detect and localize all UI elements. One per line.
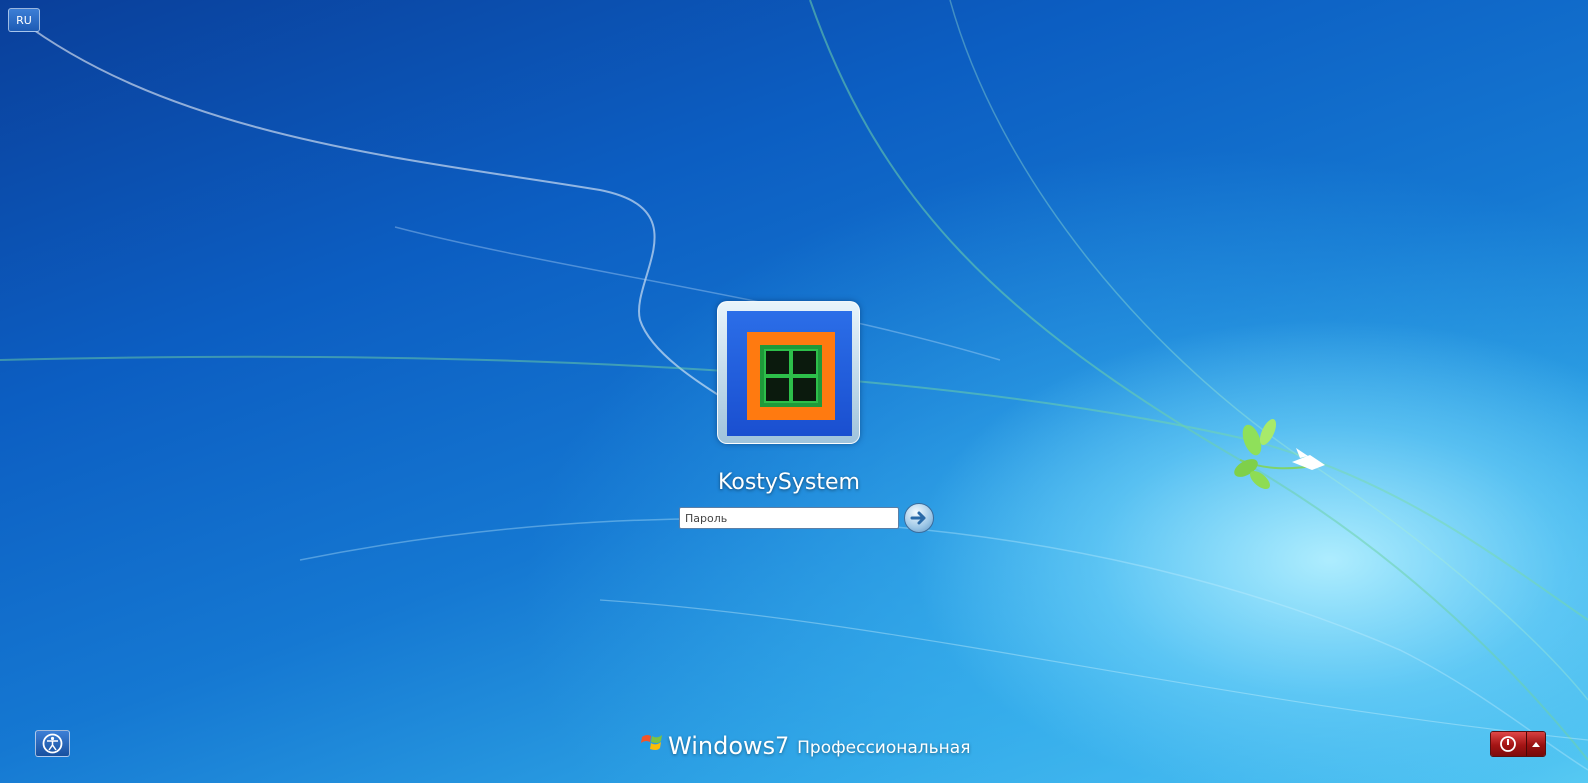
bird-branch-decoration bbox=[1234, 419, 1325, 489]
keyboard-layout-button[interactable]: RU bbox=[8, 8, 40, 32]
triangle-up-icon bbox=[1531, 742, 1540, 747]
keyboard-layout-label: RU bbox=[16, 13, 32, 27]
windows-edition: Профессиональная bbox=[797, 738, 971, 758]
ease-of-access-button[interactable] bbox=[35, 730, 70, 757]
username-label: KostySystem bbox=[718, 470, 860, 495]
arrow-right-icon bbox=[910, 511, 926, 525]
power-icon bbox=[1500, 736, 1517, 752]
windows-branding: Windows 7 Профессиональная bbox=[640, 729, 970, 759]
shutdown-options-button[interactable] bbox=[1525, 732, 1545, 756]
shutdown-button[interactable] bbox=[1491, 732, 1526, 756]
windows-flag-icon bbox=[640, 735, 662, 750]
windows-version: 7 bbox=[775, 734, 790, 759]
avatar bbox=[727, 311, 852, 436]
windows-wordmark: Windows bbox=[668, 732, 776, 760]
user-avatar-tile bbox=[717, 301, 860, 444]
password-field[interactable] bbox=[679, 507, 899, 529]
window-picture-icon bbox=[747, 332, 835, 420]
power-controls bbox=[1490, 731, 1546, 757]
submit-button[interactable] bbox=[904, 503, 934, 533]
ease-of-access-icon bbox=[42, 733, 63, 754]
